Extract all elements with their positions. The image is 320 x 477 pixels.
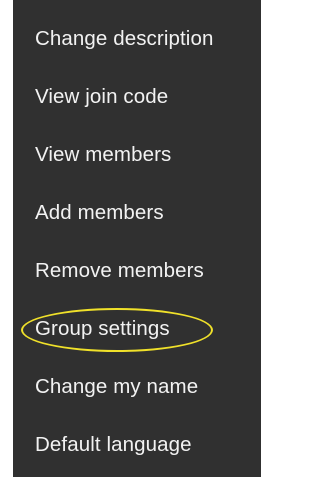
menu-item-view-members[interactable]: View members xyxy=(13,126,261,184)
menu-item-label: Remove members xyxy=(35,259,204,282)
menu-item-label: Add members xyxy=(35,201,164,224)
menu-item-label: View join code xyxy=(35,85,169,108)
menu-item-label: View members xyxy=(35,143,172,166)
overflow-menu: Change description View join code View m… xyxy=(13,0,261,477)
menu-item-view-join-code[interactable]: View join code xyxy=(13,68,261,126)
menu-item-label: Group settings xyxy=(35,317,170,340)
menu-item-remove-members[interactable]: Remove members xyxy=(13,242,261,300)
menu-item-add-members[interactable]: Add members xyxy=(13,184,261,242)
menu-item-change-description[interactable]: Change description xyxy=(13,10,261,68)
menu-item-group-settings[interactable]: Group settings xyxy=(13,300,261,358)
menu-item-label: Default language xyxy=(35,433,192,456)
menu-item-label: Change description xyxy=(35,27,214,50)
menu-item-label: Change my name xyxy=(35,375,199,398)
menu-item-default-language[interactable]: Default language xyxy=(13,416,261,474)
menu-item-change-my-name[interactable]: Change my name xyxy=(13,358,261,416)
